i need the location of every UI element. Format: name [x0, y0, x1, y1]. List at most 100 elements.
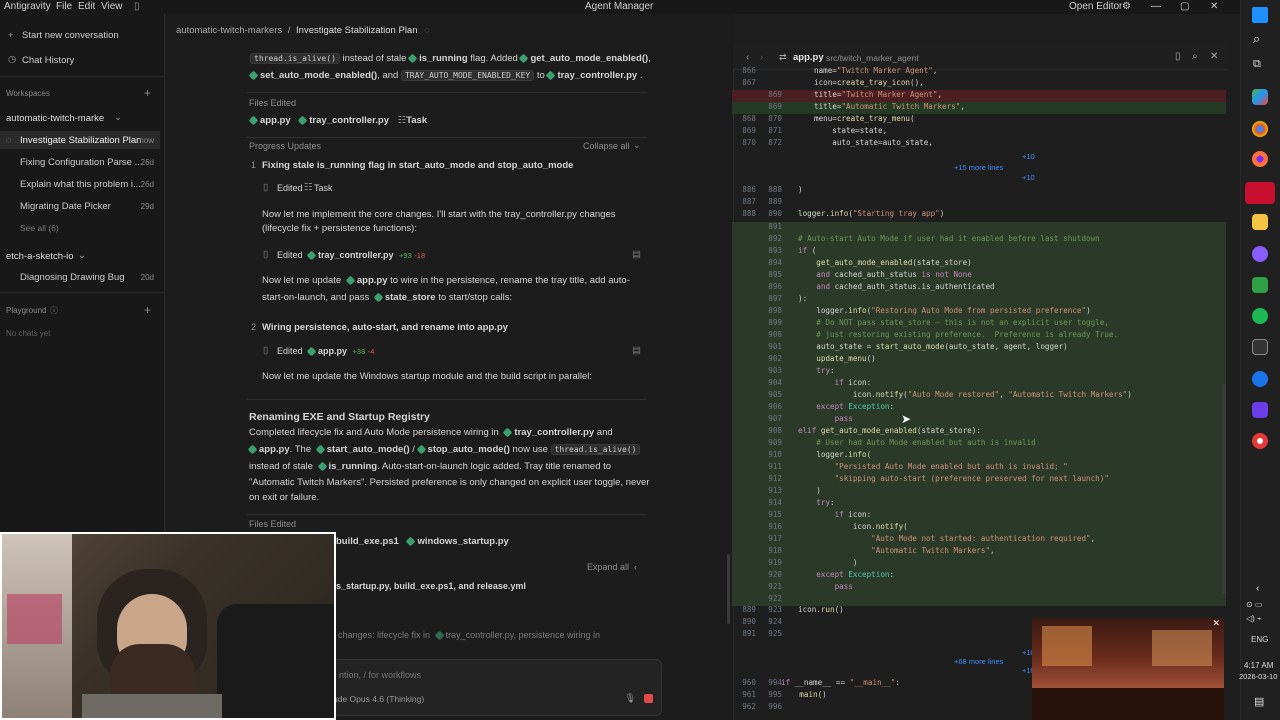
conversation-item-explain[interactable]: Explain what this problem i... — [20, 179, 141, 190]
forward-icon[interactable]: › — [760, 52, 763, 63]
file-chip[interactable]: app.py — [260, 115, 291, 126]
menu-edit[interactable]: Edit — [78, 1, 95, 12]
discord-icon[interactable] — [1252, 246, 1268, 262]
open-file-icon[interactable]: ▯ — [1175, 51, 1181, 62]
chevron-down-icon[interactable]: ⌄ — [78, 250, 86, 261]
more-lines-button[interactable]: +15 more lines — [954, 163, 1003, 172]
var-chip[interactable]: is_running — [329, 461, 378, 472]
code-line[interactable]: 869 title="Automatic Twitch Markers", — [732, 102, 1226, 114]
chrome-icon[interactable] — [1252, 121, 1268, 137]
file-chip[interactable]: windows_startup.py — [417, 536, 508, 547]
copilot-icon[interactable] — [1252, 89, 1268, 105]
conversation-item-fixing[interactable]: Fixing Configuration Parse ... — [20, 157, 143, 168]
code-line[interactable]: 919 ) — [732, 558, 1226, 570]
close-icon[interactable]: ✕ — [1212, 618, 1220, 629]
tray-icons[interactable]: ⊙ ▭ — [1246, 600, 1262, 609]
workspace-automatic-twitch-markers[interactable]: automatic-twitch-marke — [6, 113, 104, 124]
code-line[interactable]: 902 update_menu() — [732, 354, 1226, 366]
code-line[interactable]: 886 888) — [732, 185, 1226, 197]
clock-date[interactable]: 2026-03-10 — [1239, 672, 1277, 681]
code-line[interactable]: 900 # just restoring existing preference… — [732, 330, 1226, 342]
file-chip[interactable]: tray_controller.py — [514, 427, 594, 438]
collapse-all-button[interactable]: Collapse all — [583, 141, 630, 151]
open-diff-icon[interactable]: ▤ — [632, 345, 641, 356]
fn-chip[interactable]: start_auto_mode() — [327, 444, 410, 455]
stop-button[interactable] — [644, 694, 653, 703]
chevron-left-icon[interactable]: ‹ — [634, 562, 637, 572]
open-editor-button[interactable]: Open Editor — [1069, 1, 1122, 12]
open-diff-icon[interactable]: ▤ — [632, 249, 641, 260]
menu-file[interactable]: File — [56, 1, 72, 12]
chevron-down-icon[interactable]: ⌄ — [114, 112, 122, 123]
code-line[interactable]: 918 "Automatic Twitch Markers", — [732, 546, 1226, 558]
microphone-icon[interactable]: 🎙 — [625, 693, 636, 704]
chat-input[interactable]: ntion, / for workflows — [339, 670, 421, 680]
see-all-link[interactable]: See all (6) — [20, 223, 59, 233]
code-line[interactable]: 910 logger.info( — [732, 450, 1226, 462]
code-line[interactable]: 898 logger.info("Restoring Auto Mode fro… — [732, 306, 1226, 318]
expand-all-button[interactable]: Expand all — [587, 562, 629, 572]
code-line[interactable]: 912 "skipping auto-start (preference pre… — [732, 474, 1226, 486]
add-playground-icon[interactable]: + — [144, 303, 151, 317]
windows-start-icon[interactable] — [1252, 7, 1268, 23]
code-line[interactable]: 908 elif get_auto_mode_enabled(state_stor… — [732, 426, 1226, 438]
search-icon[interactable]: ⌕ — [1253, 31, 1260, 47]
sidebar-toggle-icon[interactable]: ▯ — [134, 1, 140, 12]
back-icon[interactable]: ‹ — [746, 52, 749, 63]
conversation-item-investigate[interactable]: Investigate Stabilization Plan — [20, 135, 141, 146]
code-line[interactable]: 899 # Do NOT pass state_store — this is … — [732, 318, 1226, 330]
code-line[interactable]: 913 ) — [732, 486, 1226, 498]
code-line[interactable]: 914 try: — [732, 498, 1226, 510]
editor-file-name[interactable]: app.py — [793, 52, 824, 63]
settings-icon[interactable]: ⚙ — [1122, 1, 1131, 12]
code-line[interactable]: 907 pass — [732, 414, 1226, 426]
maximize-icon[interactable]: ▢ — [1180, 1, 1189, 12]
file-chip[interactable]: tray_controller.py — [557, 70, 637, 81]
sheets-icon[interactable] — [1252, 277, 1268, 293]
code-line[interactable]: 917 "Auto Mode not started: authenticati… — [732, 534, 1226, 546]
code-line[interactable]: 911 "Persisted Auto Mode enabled but aut… — [732, 462, 1226, 474]
fn-chip[interactable]: stop_auto_mode() — [428, 444, 510, 455]
close-editor-icon[interactable]: ✕ — [1210, 51, 1218, 62]
code-line[interactable]: 920 except Exception: — [732, 570, 1226, 582]
step-title[interactable]: Wiring persistence, auto-start, and rena… — [262, 322, 508, 333]
more-lines-button[interactable]: +68 more lines — [954, 657, 1003, 666]
info-icon[interactable]: ⓘ — [50, 305, 58, 316]
conversation-item-migrating[interactable]: Migrating Date Picker — [20, 201, 111, 212]
recording-app-icon[interactable] — [1245, 182, 1275, 204]
file-chip[interactable]: tray_controller.py — [318, 250, 394, 260]
breadcrumb-workspace[interactable]: automatic-twitch-markers — [176, 25, 282, 36]
chevron-left-icon[interactable]: ‹ — [1256, 583, 1259, 594]
start-new-conversation-button[interactable]: Start new conversation — [22, 30, 119, 41]
clock-time[interactable]: 4:17 AM — [1244, 661, 1273, 670]
language-indicator[interactable]: ENG — [1251, 635, 1268, 644]
minimize-icon[interactable]: — — [1151, 1, 1161, 12]
code-line[interactable]: 901 auto_state = start_auto_mode(auto_st… — [732, 342, 1226, 354]
task-view-icon[interactable]: ⧉ — [1253, 58, 1261, 71]
maps-icon[interactable] — [1252, 371, 1268, 387]
var-chip[interactable]: state_store — [385, 292, 436, 303]
code-line[interactable]: 888 890 logger.info("Starting tray app") — [732, 209, 1226, 221]
code-line[interactable]: 915 if icon: — [732, 510, 1226, 522]
code-line[interactable]: 889 923 icon.run() — [732, 605, 1226, 617]
code-line[interactable]: 893 if ( — [732, 246, 1226, 258]
code-line[interactable]: 897): — [732, 294, 1226, 306]
firefox-icon[interactable] — [1252, 151, 1268, 167]
task-chip[interactable]: Task — [406, 115, 427, 126]
scrollbar[interactable] — [727, 554, 730, 624]
edited-file-row[interactable]: app.py +38 -4 — [306, 346, 374, 357]
code-line[interactable]: 867 icon=create_tray_icon(), — [732, 78, 1226, 90]
spotify-icon[interactable] — [1252, 308, 1268, 324]
file-chip[interactable]: tray_controller.py — [309, 115, 389, 126]
step-title[interactable]: Fixing stale is_running flag in start_au… — [262, 160, 573, 171]
workspace-etch-a-sketch[interactable]: etch-a-sketch-io — [6, 251, 74, 262]
code-line[interactable]: 905 icon.notify("Auto Mode restored", "A… — [732, 390, 1226, 402]
fn-chip[interactable]: get_auto_mode_enabled() — [530, 53, 648, 64]
search-icon[interactable]: ⌕ — [1192, 51, 1198, 62]
chat-history-button[interactable]: Chat History — [22, 55, 74, 66]
code-line[interactable]: 887 889 — [732, 197, 1226, 209]
file-chip[interactable]: build_exe.ps1 — [336, 536, 399, 547]
expand-down-button[interactable]: +10 — [1022, 173, 1035, 182]
task-chip[interactable]: Task — [314, 183, 333, 193]
code-line[interactable]: 891 — [732, 222, 1226, 234]
